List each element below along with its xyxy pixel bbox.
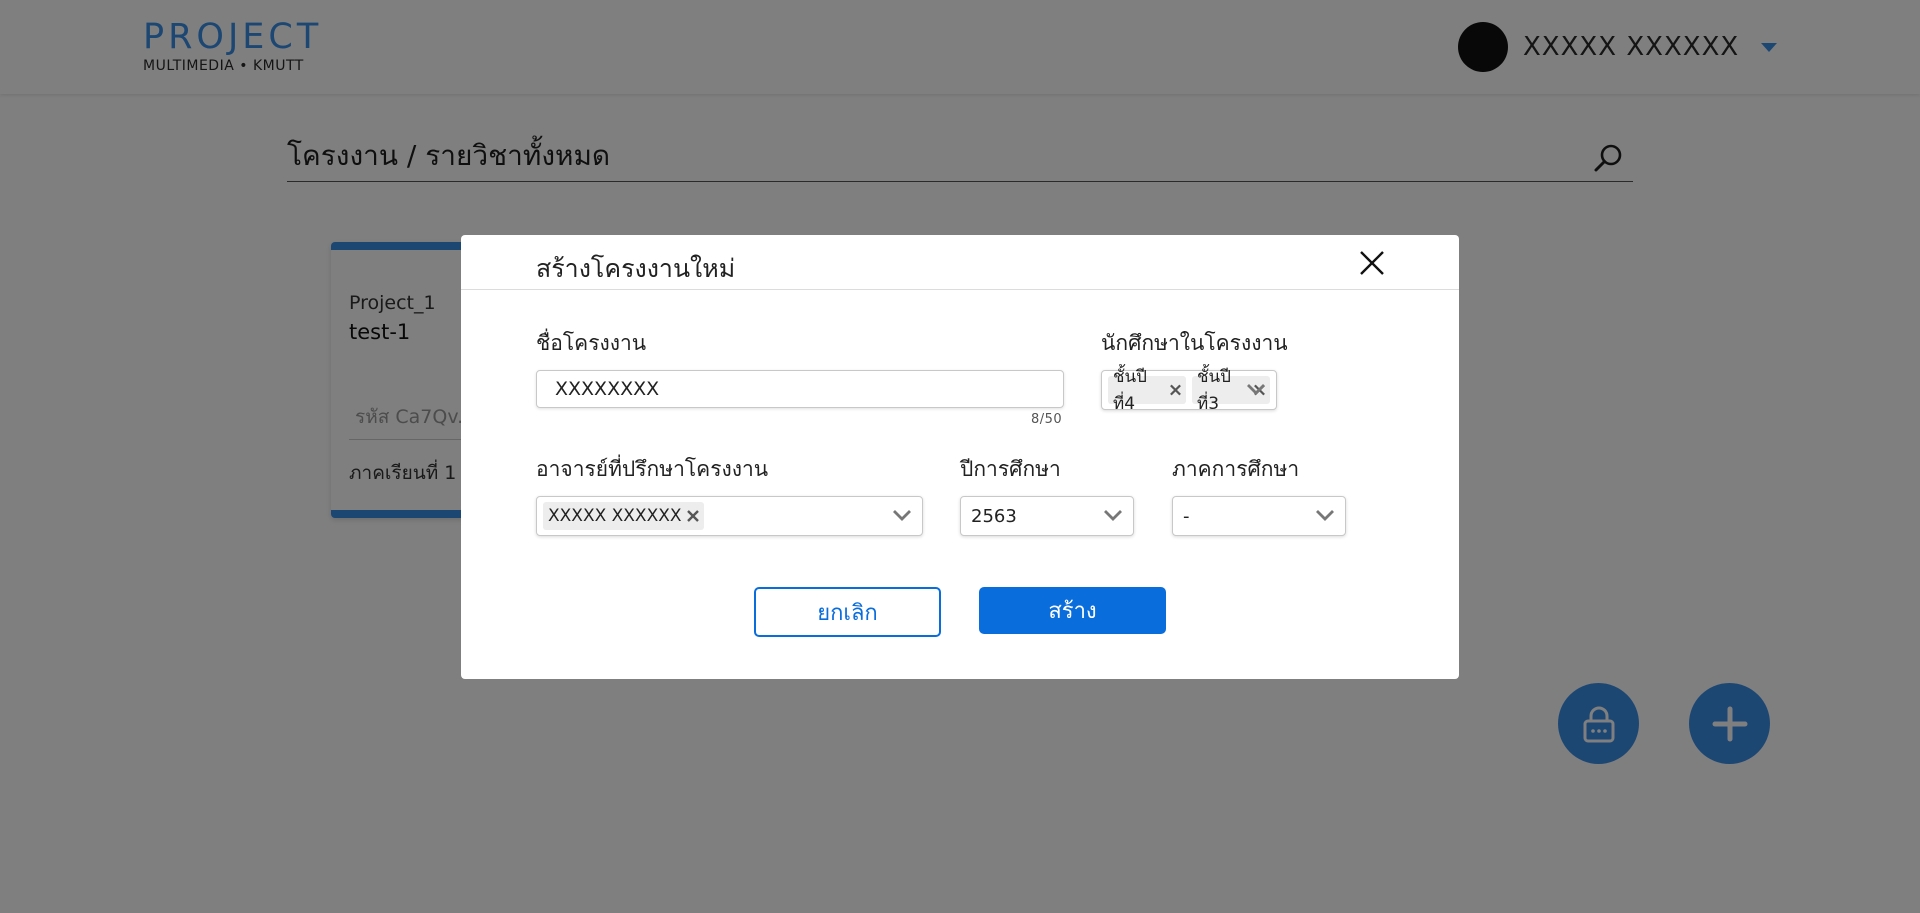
advisor-tag: XXXXX XXXXXX <box>543 502 704 530</box>
create-button[interactable]: สร้าง <box>979 587 1166 634</box>
create-project-dialog: สร้างโครงงานใหม่ ชื่อโครงงาน 8/50 นักศึก… <box>461 235 1459 679</box>
student-tag: ชั้นปีที่4 <box>1108 367 1186 414</box>
project-name-label: ชื่อโครงงาน <box>536 331 647 355</box>
student-tag-label: ชั้นปีที่4 <box>1113 367 1147 414</box>
chevron-down-icon[interactable] <box>1315 508 1335 522</box>
advisor-label: อาจารย์ที่ปรึกษาโครงงาน <box>536 457 769 481</box>
cancel-button[interactable]: ยกเลิก <box>754 587 941 637</box>
students-select[interactable]: ชั้นปีที่4 ชั้นปีที่3 <box>1101 367 1277 414</box>
dialog-title: สร้างโครงงานใหม่ <box>536 254 736 283</box>
year-select[interactable]: 2563 <box>960 496 1134 536</box>
chevron-down-icon[interactable] <box>1103 508 1123 522</box>
students-label: นักศึกษาในโครงงาน <box>1101 331 1288 355</box>
tag-remove-icon[interactable] <box>1169 383 1182 397</box>
semester-label: ภาคการศึกษา <box>1172 457 1300 481</box>
char-counter: 8/50 <box>1031 412 1063 427</box>
tag-remove-icon[interactable] <box>686 509 700 523</box>
chevron-down-icon[interactable] <box>1246 382 1266 396</box>
chevron-down-icon[interactable] <box>892 508 912 522</box>
advisor-select[interactable]: XXXXX XXXXXX <box>536 496 923 536</box>
advisor-tag-label: XXXXX XXXXXX <box>548 506 682 526</box>
semester-value: - <box>1183 505 1190 527</box>
student-tag-label: ชั้นปีที่3 <box>1197 367 1231 414</box>
project-name-input[interactable] <box>536 370 1064 408</box>
dialog-header: สร้างโครงงานใหม่ <box>461 235 1459 290</box>
year-label: ปีการศึกษา <box>960 457 1061 481</box>
semester-select[interactable]: - <box>1172 496 1346 536</box>
close-icon[interactable] <box>1358 249 1386 277</box>
year-value: 2563 <box>971 505 1017 527</box>
